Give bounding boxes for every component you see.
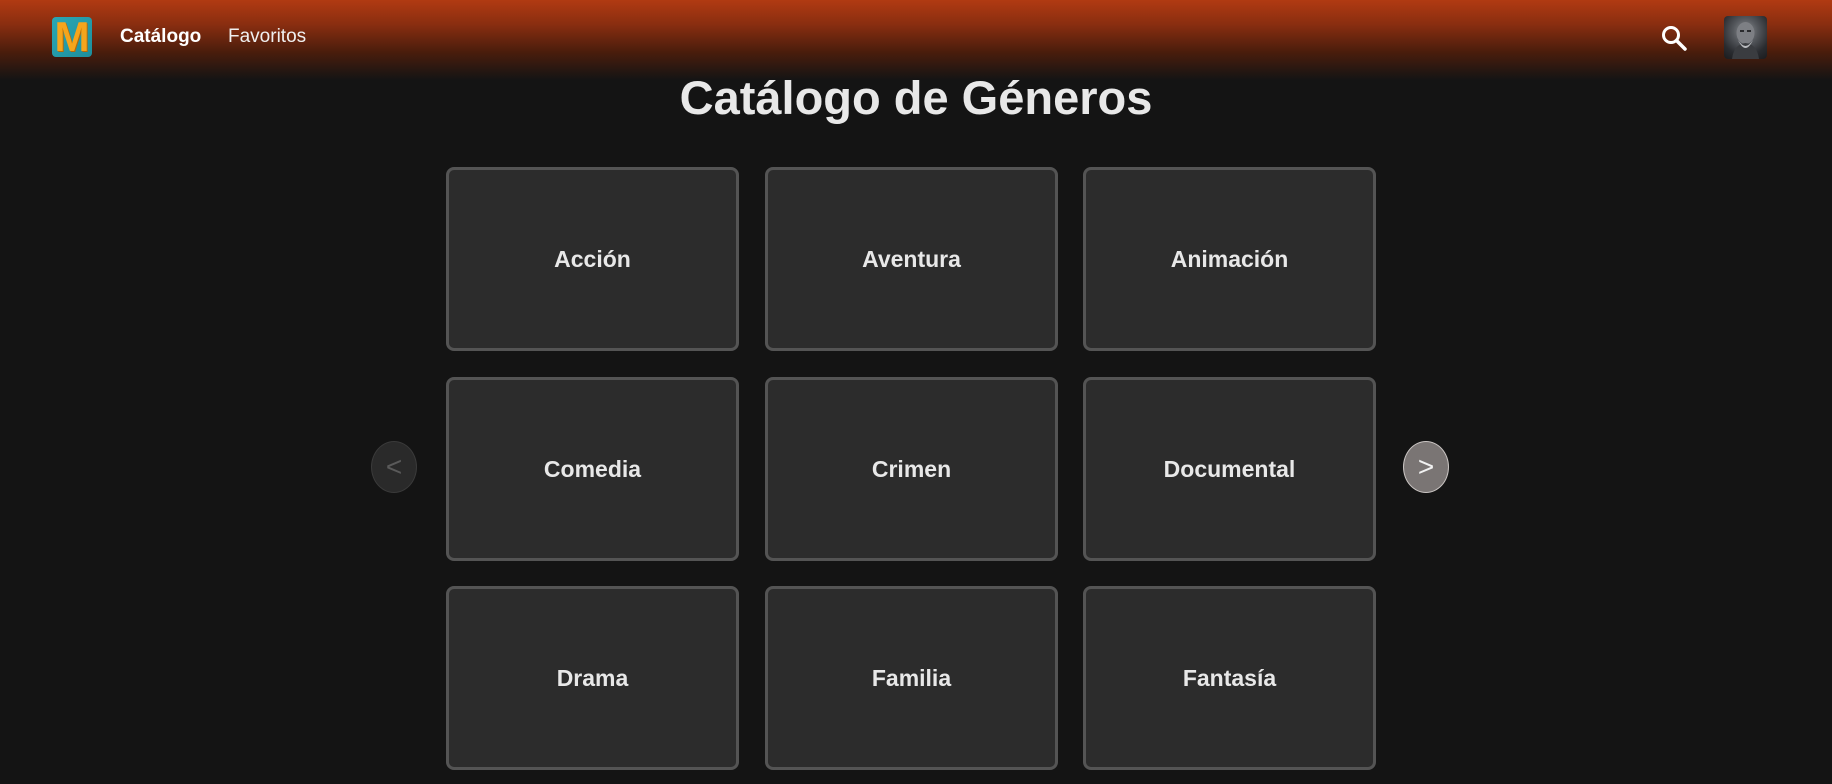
- genre-label: Fantasía: [1182, 664, 1277, 691]
- nav-catalogo[interactable]: Catálogo: [120, 24, 201, 50]
- nav-favoritos[interactable]: Favoritos: [228, 24, 306, 50]
- app-logo[interactable]: M: [52, 17, 92, 57]
- genre-label: Drama: [556, 664, 629, 691]
- genre-label: Aventura: [862, 245, 961, 272]
- genre-label: Familia: [871, 664, 952, 691]
- genre-label: Crimen: [871, 455, 952, 482]
- carousel-prev-button[interactable]: <: [371, 441, 417, 493]
- search-button[interactable]: [1660, 24, 1688, 52]
- genre-card-comedia[interactable]: Comedia: [446, 377, 739, 561]
- genre-card-documental[interactable]: Documental: [1083, 377, 1376, 561]
- genre-card-drama[interactable]: Drama: [446, 586, 739, 770]
- genre-card-aventura[interactable]: Aventura: [765, 167, 1058, 351]
- genre-card-accion[interactable]: Acción: [446, 167, 739, 351]
- genre-label: Acción: [554, 245, 631, 272]
- genre-label: Comedia: [543, 455, 642, 482]
- logo-letter: M: [54, 17, 90, 57]
- user-avatar[interactable]: [1724, 16, 1767, 59]
- genre-card-crimen[interactable]: Crimen: [765, 377, 1058, 561]
- search-icon: [1662, 26, 1687, 51]
- genre-label: Animación: [1170, 245, 1289, 272]
- carousel-next-button[interactable]: >: [1403, 441, 1449, 493]
- genre-card-animacion[interactable]: Animación: [1083, 167, 1376, 351]
- top-navbar: M Catálogo Favoritos: [0, 0, 1832, 80]
- genre-label: Documental: [1163, 455, 1296, 482]
- avatar-image: [1732, 22, 1759, 59]
- genre-card-familia[interactable]: Familia: [765, 586, 1058, 770]
- genre-card-fantasia[interactable]: Fantasía: [1083, 586, 1376, 770]
